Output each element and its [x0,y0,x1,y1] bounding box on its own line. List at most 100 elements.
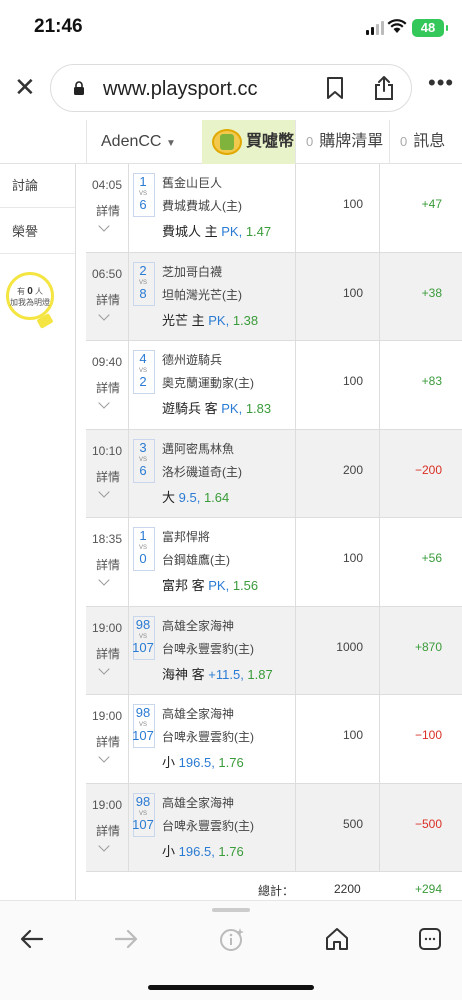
pick-team: 富邦 客 [162,578,205,593]
detail-link[interactable]: 詳情 [96,202,120,219]
back-arrow-icon[interactable] [18,925,46,953]
detail-link[interactable]: 詳情 [96,645,120,662]
cellular-signal-icon [366,21,384,35]
bet-result: +56 [421,551,442,565]
pick-team: 光芒 主 [162,312,205,328]
pick-spread: 9.5 [178,489,197,505]
url-text: www.playsport.cc [103,78,258,100]
detail-link[interactable]: 詳情 [96,822,120,839]
pick-team: 遊騎兵 客 [162,401,218,416]
amount-cell: 100 [296,252,380,340]
teams-cell: 德州遊騎兵 奧克蘭運動家(主) 遊騎兵 客 PK, 1.83 [158,341,296,429]
chevron-down-icon[interactable] [98,308,110,321]
address-bar[interactable]: www.playsport.cc [50,64,412,112]
chevron-down-icon[interactable] [98,839,110,852]
pick-line: 小 196.5, 1.76 [162,843,244,859]
home-team: 奧克蘭運動家(主) [162,376,254,390]
pick-spread: PK [221,401,239,416]
time-cell: 19:00 詳情 [86,784,128,872]
detail-link[interactable]: 詳情 [96,468,120,485]
home-score: 0 [139,551,147,566]
chevron-down-icon[interactable] [98,574,110,586]
pick-spread: PK [208,578,226,593]
home-team: 台啤永豐雲豹(主) [162,641,254,656]
score-cell: 3 VS 6 [128,429,158,517]
bookmark-icon[interactable] [325,76,345,100]
table-row: 18:35 詳情 1 VS 0 富邦悍將 台鋼雄鷹(主) 富邦 客 PK, 1.56 100 +5… [86,518,462,607]
table-row: 19:00 詳情 98 VS 107 高雄全家海神 台啤永豐雲豹(主) 小 196.5, 1.… [86,695,462,784]
sidebar-item-discuss[interactable]: 討論 [0,164,75,208]
away-score: 98 [135,616,151,632]
table-row: 06:50 詳情 2 VS 8 芝加哥白襪 坦帕灣光芒(主) 光芒 主 PK, 1.38 100… [86,252,462,341]
close-icon[interactable]: ✕ [14,74,36,100]
chevron-down-icon[interactable] [98,485,110,498]
table-row: 04:05 詳情 1 VS 6 舊金山巨人 費城費城人(主) 費城人 主 PK, 1.47 10… [86,164,462,253]
pick-line: 光芒 主 PK, 1.38 [162,312,259,328]
away-score: 2 [139,262,147,278]
share-icon[interactable] [373,75,395,101]
teams-cell: 舊金山巨人 費城費城人(主) 費城人 主 PK, 1.47 [158,164,296,252]
away-team: 富邦悍將 [162,530,211,544]
sidebar-item-honor[interactable]: 榮譽 [0,210,75,254]
bet-amount: 100 [342,551,363,565]
bet-result: −200 [414,462,442,477]
forward-arrow-icon[interactable] [112,925,140,953]
chevron-down-icon[interactable] [98,662,110,675]
status-time: 21:46 [34,16,83,37]
game-time: 19:00 [92,620,123,635]
buy-coins-button[interactable]: 買噓幣 [202,120,295,164]
detail-link[interactable]: 詳情 [96,556,120,573]
cart-link[interactable]: 0 購牌清單 [295,120,389,164]
coin-icon [212,129,242,155]
messages-count: 0 [400,134,408,149]
browser-toolbar [0,900,462,1000]
pick-team: 小 [162,843,176,859]
chevron-down-icon[interactable] [98,220,110,232]
pick-team: 大 [162,489,176,505]
home-score: 107 [132,639,154,655]
more-options-icon[interactable]: ••• [428,70,454,96]
battery-indicator: 48 [412,19,448,37]
chevron-down-icon[interactable] [98,751,110,763]
messages-link[interactable]: 0 訊息 [389,120,462,164]
home-icon[interactable] [323,925,351,953]
chevron-down-icon[interactable] [98,397,110,409]
game-time: 06:50 [92,266,123,281]
game-time: 10:10 [92,443,123,458]
page-info-icon[interactable] [218,925,246,953]
pick-spread: 196.5 [178,843,212,859]
home-score: 2 [139,374,147,389]
pick-line: 費城人 主 PK, 1.47 [162,224,272,239]
score-cell: 1 VS 6 [128,164,158,252]
home-score: 8 [139,285,147,301]
away-team: 邁阿密馬林魚 [162,441,235,456]
away-score: 98 [135,793,151,809]
detail-link[interactable]: 詳情 [96,379,120,396]
teams-cell: 高雄全家海神 台啤永豐雲豹(主) 小 196.5, 1.76 [158,695,296,783]
away-team: 高雄全家海神 [162,795,235,810]
table-row: 10:10 詳情 3 VS 6 邁阿密馬林魚 洛杉磯道奇(主) 大 9.5, 1.64 200 −… [86,429,462,518]
detail-link[interactable]: 詳情 [96,291,120,308]
away-score: 98 [135,705,151,720]
sheet-grabber[interactable] [212,908,250,912]
site-nav: AdenCC ▼ 買噓幣 0 購牌清單 0 訊息 [0,120,462,164]
tabs-icon[interactable] [416,925,444,953]
bet-result: +870 [414,639,442,654]
detail-link[interactable]: 詳情 [96,733,120,750]
cart-count: 0 [306,134,314,149]
pick-odds: 1.83 [245,401,272,416]
result-cell: −500 [380,784,462,872]
pick-team: 費城人 主 [162,224,218,239]
home-team: 台啤永豐雲豹(主) [162,730,254,744]
away-team: 芝加哥白襪 [162,264,223,279]
wifi-icon [387,19,407,33]
home-team: 費城費城人(主) [162,199,242,213]
bet-amount: 1000 [336,639,363,654]
amount-cell: 100 [296,518,380,606]
pick-line: 小 196.5, 1.76 [162,755,244,770]
teams-cell: 高雄全家海神 台啤永豐雲豹(主) 海神 客 +11.5, 1.87 [158,606,296,694]
result-cell: +47 [380,164,462,252]
user-menu[interactable]: AdenCC ▼ [86,120,202,164]
game-time: 19:00 [92,797,123,812]
pick-spread: PK [221,224,239,239]
